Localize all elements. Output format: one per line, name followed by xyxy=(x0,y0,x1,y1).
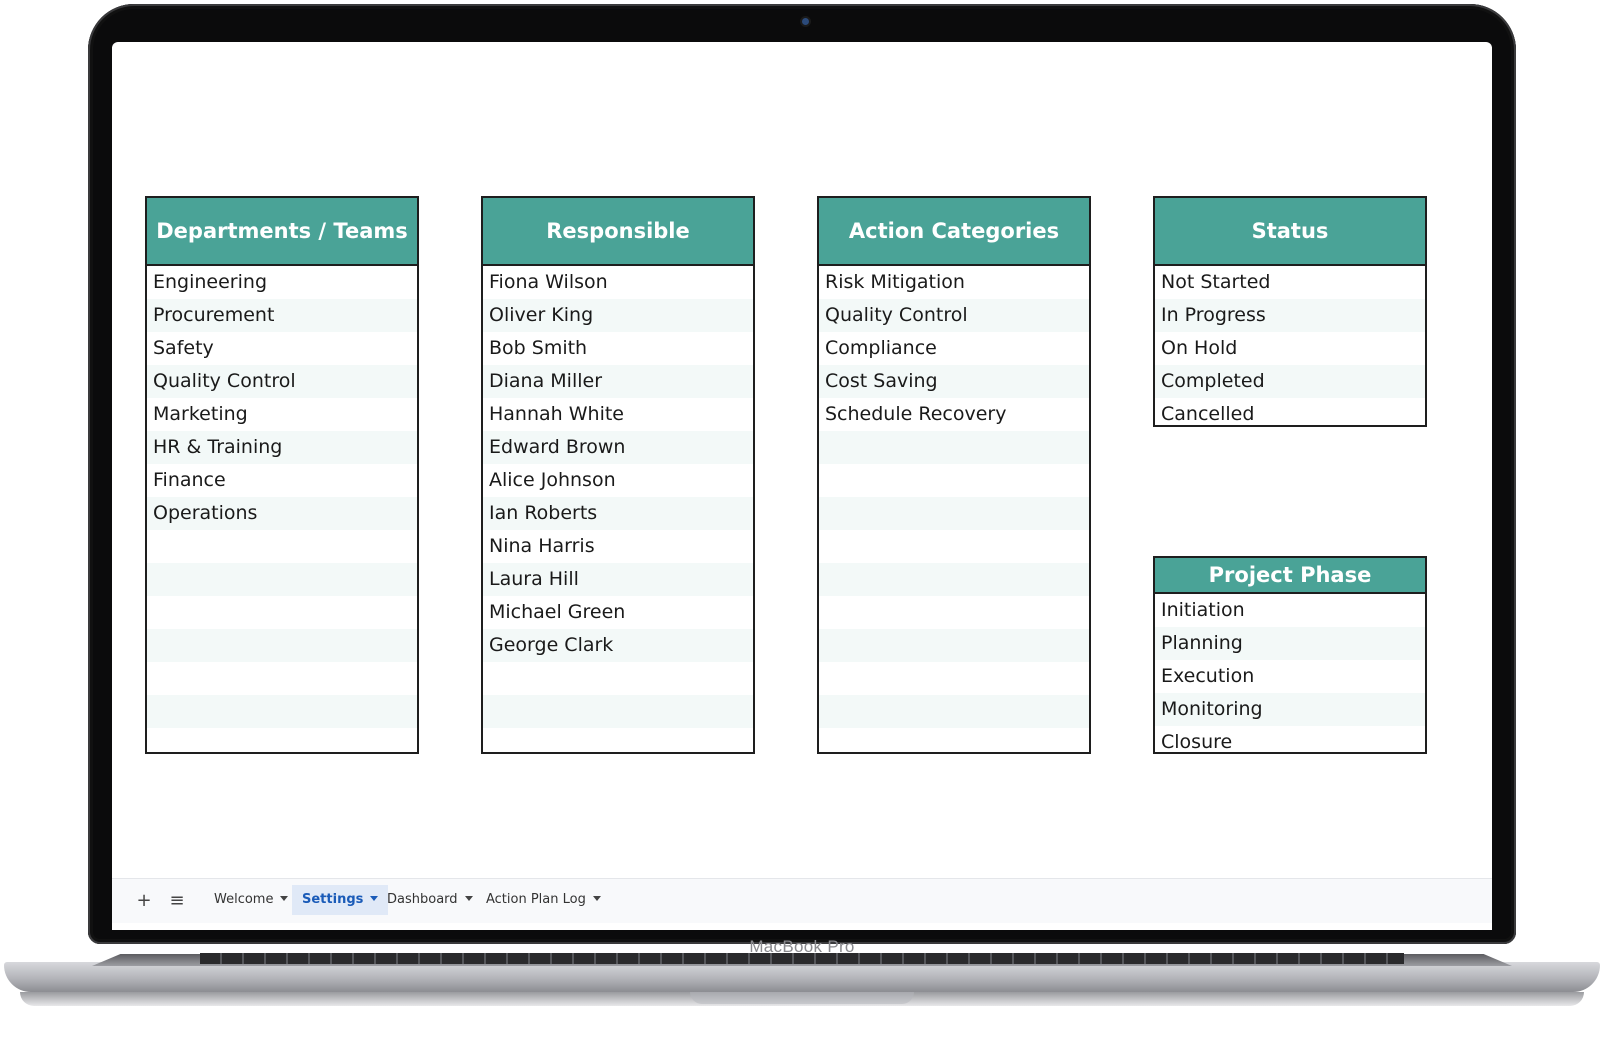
list-item[interactable] xyxy=(147,530,417,563)
add-sheet-icon[interactable]: + xyxy=(132,889,156,913)
list-item[interactable]: Diana Miller xyxy=(483,365,753,398)
departments-header: Departments / Teams xyxy=(147,198,417,266)
action-categories-list: Risk Mitigation Quality Control Compliance… xyxy=(819,266,1089,761)
list-item[interactable]: Laura Hill xyxy=(483,563,753,596)
list-item[interactable]: Ian Roberts xyxy=(483,497,753,530)
list-item[interactable] xyxy=(147,596,417,629)
sheet-tab-dashboard[interactable]: Dashboard xyxy=(377,885,483,915)
list-item[interactable]: Hannah White xyxy=(483,398,753,431)
responsible-table: Responsible Fiona Wilson Oliver King Bob S… xyxy=(481,196,755,754)
list-item[interactable]: Fiona Wilson xyxy=(483,266,753,299)
chevron-down-icon[interactable] xyxy=(280,896,289,901)
list-item[interactable] xyxy=(819,497,1089,530)
sheet-tab-settings[interactable]: Settings xyxy=(292,885,389,915)
action-categories-table: Action Categories Risk Mitigation Quality… xyxy=(817,196,1091,754)
sheet-tab-welcome[interactable]: Welcome xyxy=(204,885,298,915)
project-phase-list: Initiation Planning Execution Monitoring Clo… xyxy=(1155,594,1425,759)
sheet-tab-label: Welcome xyxy=(214,892,274,907)
list-item[interactable]: In Progress xyxy=(1155,299,1425,332)
list-item[interactable] xyxy=(483,728,753,761)
list-item[interactable]: Bob Smith xyxy=(483,332,753,365)
all-sheets-menu-icon[interactable]: ≡ xyxy=(165,889,189,913)
list-item[interactable]: Engineering xyxy=(147,266,417,299)
laptop-base xyxy=(4,962,1600,992)
list-item[interactable]: Completed xyxy=(1155,365,1425,398)
responsible-list: Fiona Wilson Oliver King Bob Smith Diana Mi… xyxy=(483,266,753,761)
sheet-tab-label: Dashboard xyxy=(387,892,458,907)
list-item[interactable] xyxy=(819,563,1089,596)
list-item[interactable] xyxy=(819,695,1089,728)
project-phase-header: Project Phase xyxy=(1155,558,1425,594)
list-item[interactable]: Risk Mitigation xyxy=(819,266,1089,299)
sheet-tab-label: Settings xyxy=(302,892,364,907)
list-item[interactable] xyxy=(819,431,1089,464)
list-item[interactable]: HR & Training xyxy=(147,431,417,464)
list-item[interactable]: Initiation xyxy=(1155,594,1425,627)
list-item[interactable]: Cost Saving xyxy=(819,365,1089,398)
sheet-tab-action-plan-log[interactable]: Action Plan Log xyxy=(476,885,611,915)
list-item[interactable]: George Clark xyxy=(483,629,753,662)
list-item[interactable]: Alice Johnson xyxy=(483,464,753,497)
project-phase-table: Project Phase Initiation Planning Executio… xyxy=(1153,556,1427,754)
list-item[interactable] xyxy=(147,695,417,728)
responsible-header: Responsible xyxy=(483,198,753,266)
list-item[interactable] xyxy=(483,695,753,728)
list-item[interactable]: Finance xyxy=(147,464,417,497)
list-item[interactable]: Procurement xyxy=(147,299,417,332)
list-item[interactable] xyxy=(819,728,1089,761)
list-item[interactable]: Quality Control xyxy=(819,299,1089,332)
departments-table: Departments / Teams Engineering Procureme… xyxy=(145,196,419,754)
list-item[interactable]: Compliance xyxy=(819,332,1089,365)
action-categories-header: Action Categories xyxy=(819,198,1089,266)
list-item[interactable]: Closure xyxy=(1155,726,1425,759)
list-item[interactable]: Oliver King xyxy=(483,299,753,332)
device-label: MacBook Pro xyxy=(749,937,855,956)
camera-icon xyxy=(802,18,809,25)
list-item[interactable] xyxy=(147,662,417,695)
list-item[interactable]: Nina Harris xyxy=(483,530,753,563)
list-item[interactable] xyxy=(819,464,1089,497)
sheet-tab-label: Action Plan Log xyxy=(486,892,586,907)
list-item[interactable] xyxy=(819,530,1089,563)
list-item[interactable] xyxy=(147,728,417,761)
list-item[interactable] xyxy=(483,662,753,695)
list-item[interactable]: Quality Control xyxy=(147,365,417,398)
spreadsheet-screen: Departments / Teams Engineering Procureme… xyxy=(112,42,1492,930)
list-item[interactable]: Not Started xyxy=(1155,266,1425,299)
list-item[interactable]: Marketing xyxy=(147,398,417,431)
list-item[interactable] xyxy=(819,596,1089,629)
status-list: Not Started In Progress On Hold Completed Ca… xyxy=(1155,266,1425,431)
list-item[interactable]: On Hold xyxy=(1155,332,1425,365)
chevron-down-icon[interactable] xyxy=(464,896,473,901)
list-item[interactable]: Planning xyxy=(1155,627,1425,660)
list-item[interactable] xyxy=(819,662,1089,695)
list-item[interactable]: Safety xyxy=(147,332,417,365)
list-item[interactable]: Operations xyxy=(147,497,417,530)
list-item[interactable]: Schedule Recovery xyxy=(819,398,1089,431)
sheet-tab-bar: + ≡ Welcome Settings Dashboard Action Pl… xyxy=(112,878,1492,923)
status-table: Status Not Started In Progress On Hold Comp… xyxy=(1153,196,1427,427)
departments-list: Engineering Procurement Safety Quality Cont… xyxy=(147,266,417,761)
list-item[interactable] xyxy=(147,629,417,662)
list-item[interactable]: Monitoring xyxy=(1155,693,1425,726)
list-item[interactable]: Edward Brown xyxy=(483,431,753,464)
list-item[interactable] xyxy=(147,563,417,596)
laptop-notch xyxy=(690,992,914,1004)
chevron-down-icon[interactable] xyxy=(592,896,601,901)
status-header: Status xyxy=(1155,198,1425,266)
list-item[interactable]: Execution xyxy=(1155,660,1425,693)
list-item[interactable] xyxy=(819,629,1089,662)
list-item[interactable]: Cancelled xyxy=(1155,398,1425,431)
list-item[interactable]: Michael Green xyxy=(483,596,753,629)
